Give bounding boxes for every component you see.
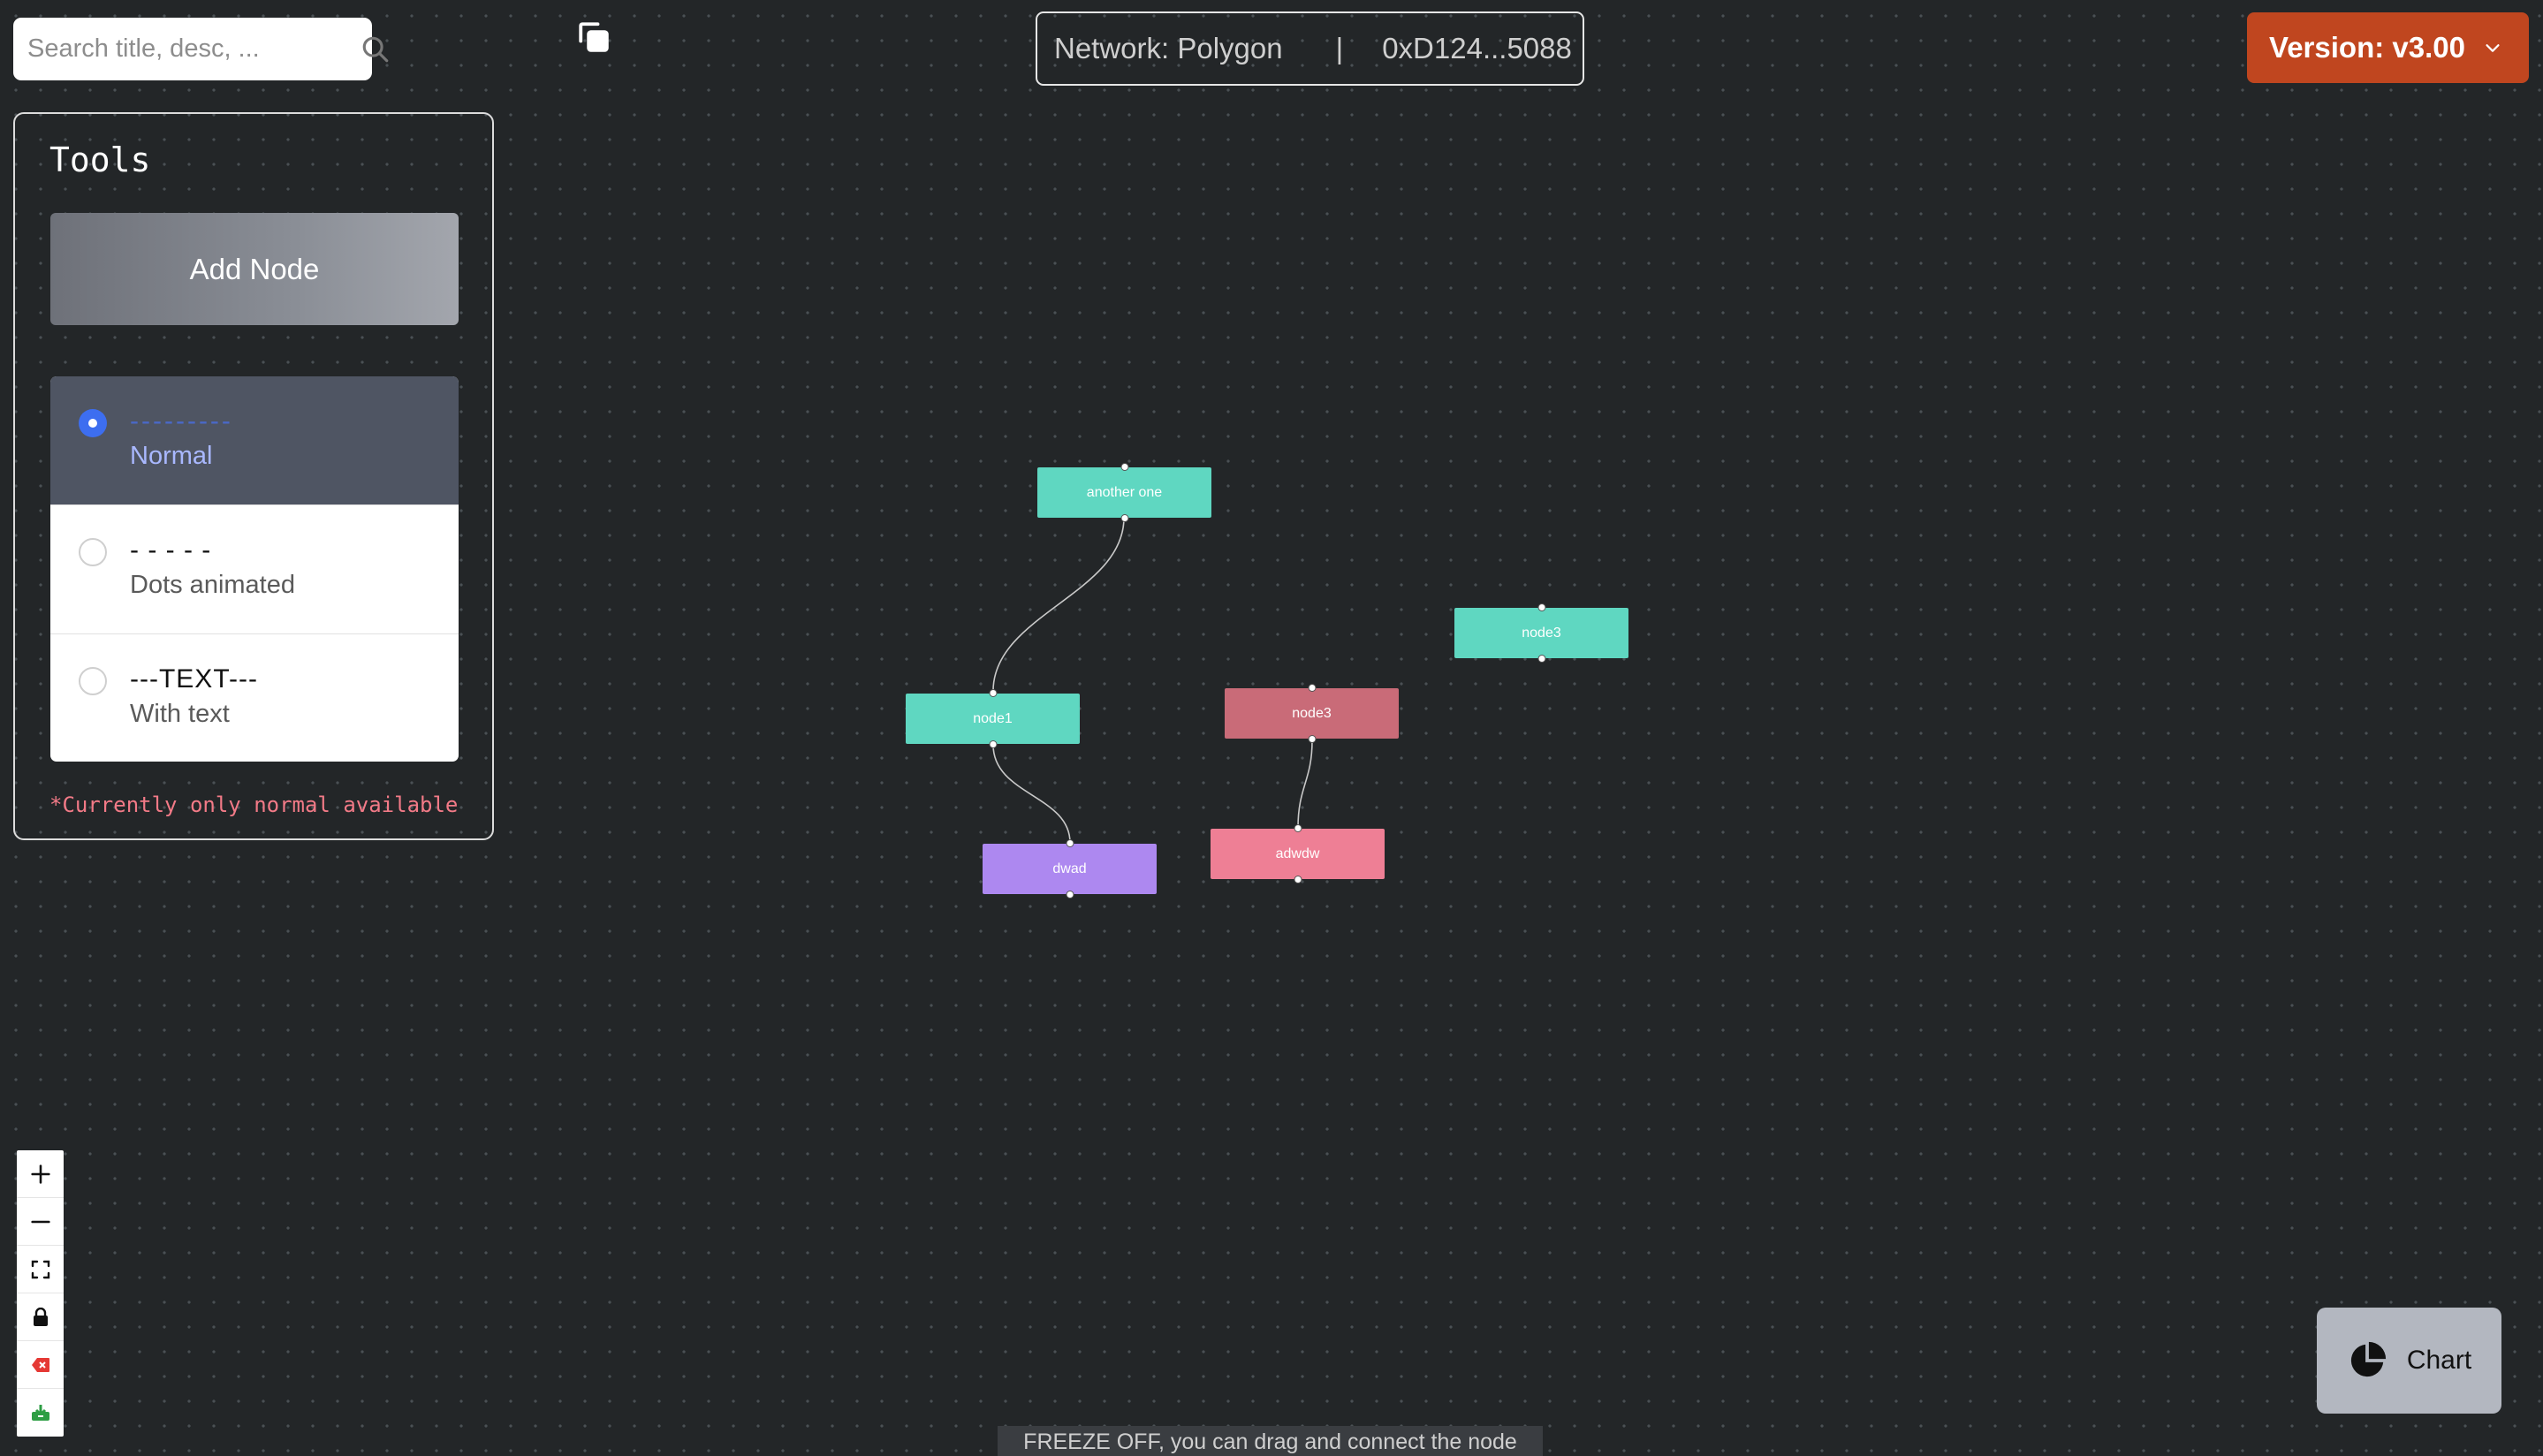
download-icon [31,1405,49,1421]
fit-view-button[interactable] [17,1246,64,1293]
node-handle-bottom[interactable] [1294,876,1302,883]
delete-icon [31,1357,49,1372]
flow-node-node3-teal[interactable]: node3 [1454,603,1628,663]
edge-node1-dwad[interactable] [992,744,1071,844]
lock-button[interactable] [17,1293,64,1341]
edge-another-one-node1[interactable] [992,517,1125,692]
node-label: another one [1086,484,1163,500]
flow-node-node1[interactable]: node1 [906,689,1080,748]
flow-node-another-one[interactable]: another one [1037,463,1211,522]
flow-controls [17,1150,64,1437]
node-handle-bottom[interactable] [1066,891,1074,899]
zoom-out-button[interactable] [17,1198,64,1246]
download-button[interactable] [17,1389,64,1437]
node-label: node1 [973,710,1013,726]
node-handle-bottom[interactable] [989,740,997,748]
fit-view-icon [31,1260,49,1278]
freeze-status: FREEZE OFF, you can drag and connect the… [998,1426,1543,1456]
node-handle-top[interactable] [1308,684,1316,692]
lock-icon [33,1307,48,1326]
edge-node3-adwdw[interactable] [1297,739,1313,829]
plus-icon [30,1164,50,1184]
delete-button[interactable] [17,1341,64,1389]
flow-node-node3-red[interactable]: node3 [1225,684,1399,743]
node-label: dwad [1052,861,1087,876]
node-handle-top[interactable] [1120,463,1128,471]
flow-node-adwdw[interactable]: adwdw [1211,824,1385,883]
chart-button-label: Chart [2406,1346,2472,1375]
chart-button[interactable]: Chart [2317,1308,2501,1414]
app-canvas[interactable]: Network: Polygon | 0xD124...5088 Version… [0,0,2543,1456]
node-handle-bottom[interactable] [1537,655,1545,663]
node-label: node3 [1292,705,1332,721]
node-label: adwdw [1275,846,1320,861]
node-handle-top[interactable] [1066,839,1074,847]
node-label: node3 [1522,625,1561,641]
pie-chart-icon [2350,1341,2386,1377]
node-handle-bottom[interactable] [1120,514,1128,522]
zoom-in-button[interactable] [17,1150,64,1198]
flow-node-dwad[interactable]: dwad [983,839,1157,899]
node-handle-top[interactable] [1294,824,1302,832]
node-handle-bottom[interactable] [1308,735,1316,743]
node-handle-top[interactable] [989,689,997,697]
node-handle-top[interactable] [1537,603,1545,611]
minus-icon [30,1220,50,1223]
